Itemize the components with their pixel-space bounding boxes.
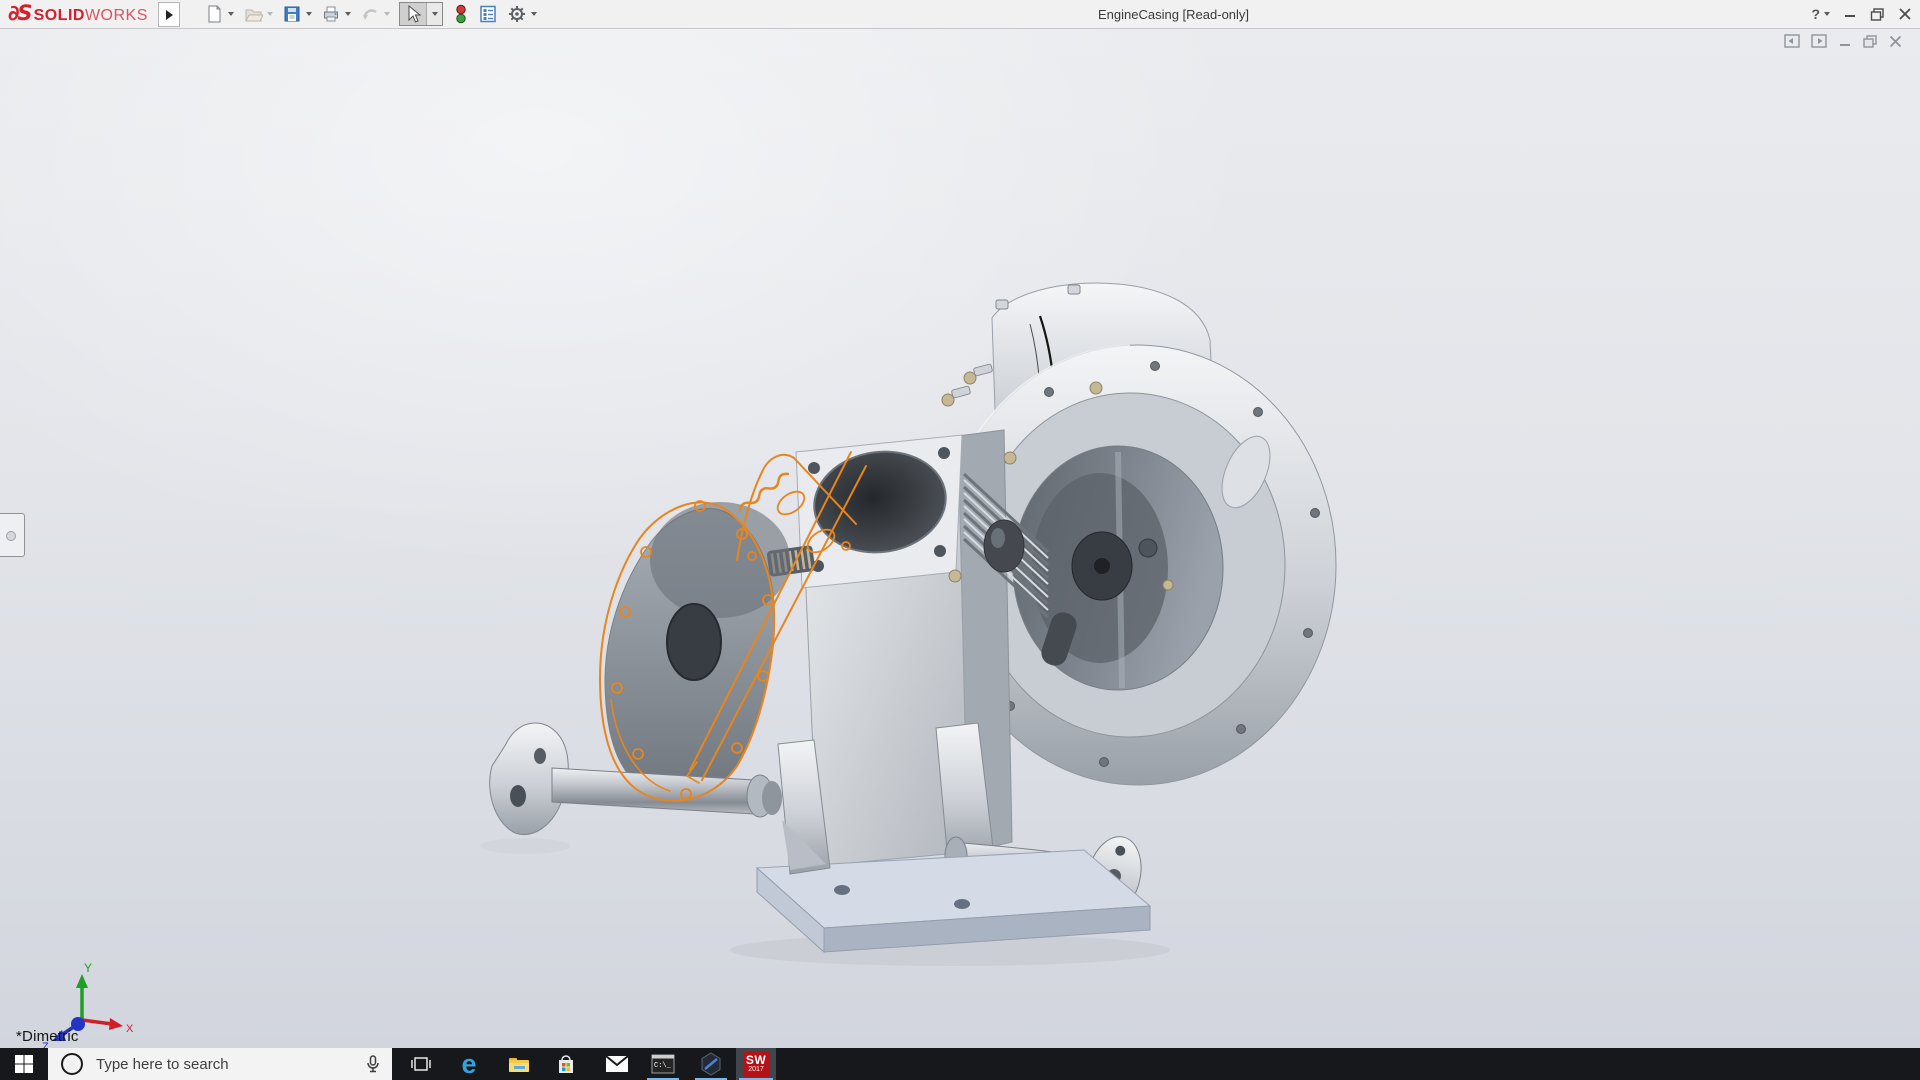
store-button[interactable] (547, 1048, 585, 1080)
rebuild-button[interactable] (453, 3, 469, 25)
task-view-button[interactable] (402, 1048, 440, 1080)
new-dropdown-caret[interactable] (228, 12, 234, 16)
solidworks-logo: ∂S SOLID WORKS (8, 1, 148, 27)
new-document-button[interactable] (204, 4, 234, 24)
new-document-icon (208, 5, 221, 23)
doc-close-button[interactable] (1888, 34, 1903, 49)
triad-y-label: Y (84, 961, 92, 975)
brand-bold: SOLID (33, 7, 85, 24)
solidworks-logo-glyph: ∂S (8, 1, 33, 25)
print-dropdown-caret[interactable] (345, 12, 351, 16)
open-dropdown-caret[interactable] (267, 12, 273, 16)
help-icon: ? (1811, 6, 1820, 22)
doc-restore-button[interactable] (1862, 34, 1878, 49)
select-dropdown[interactable] (426, 3, 442, 25)
pane-previous-button[interactable] (1784, 34, 1801, 49)
quick-access-toolbar (204, 2, 546, 26)
edge-button[interactable]: e (450, 1048, 488, 1080)
command-prompt-button[interactable]: C:\_ (644, 1048, 682, 1080)
start-button[interactable] (0, 1048, 48, 1080)
open-button[interactable] (243, 4, 273, 24)
save-floppy-icon (284, 6, 300, 22)
app-window-controls: ? (1811, 0, 1912, 28)
file-properties-icon (480, 5, 496, 23)
menu-expand-button[interactable] (158, 2, 180, 27)
help-button[interactable]: ? (1811, 6, 1830, 22)
save-button[interactable] (282, 4, 312, 24)
doc-minimize-button[interactable] (1838, 34, 1852, 49)
command-prompt-icon: C:\_ (651, 1054, 675, 1074)
file-explorer-button[interactable] (500, 1048, 538, 1080)
expand-arrow-icon (166, 9, 173, 20)
document-window-controls (1784, 34, 1903, 49)
store-icon (559, 1055, 573, 1073)
open-folder-icon (245, 9, 263, 22)
sw-year: 2017 (748, 1066, 764, 1073)
task-view-icon (411, 1057, 431, 1071)
mail-button[interactable] (598, 1048, 636, 1080)
microphone-icon[interactable] (366, 1054, 380, 1074)
file-properties-button[interactable] (478, 4, 498, 24)
select-tool-button[interactable] (399, 2, 443, 26)
restore-button[interactable] (1870, 7, 1885, 21)
engine-casing-model[interactable] (0, 28, 1920, 1048)
search-input[interactable] (94, 1054, 366, 1074)
minimize-button[interactable] (1843, 7, 1857, 21)
mail-icon (605, 1055, 629, 1072)
brand-light: WORKS (84, 7, 148, 24)
rebuild-traffic-light-icon (456, 4, 466, 24)
title-bar: ∂S SOLID WORKS EngineCasing [Read-only] … (0, 0, 1920, 29)
help-dropdown-caret[interactable] (1824, 12, 1830, 16)
undo-dropdown-caret[interactable] (384, 12, 390, 16)
view-orientation-label: *Dimetric (16, 1028, 79, 1045)
windows-taskbar: e C:\_ (0, 1048, 1920, 1080)
cortana-icon[interactable] (61, 1053, 83, 1075)
taskbar-search[interactable] (48, 1048, 392, 1080)
document-title: EngineCasing [Read-only] (1098, 7, 1250, 22)
options-button[interactable] (507, 4, 537, 24)
print-icon (324, 6, 338, 22)
undo-icon (363, 9, 377, 20)
edge-icon: e (461, 1049, 477, 1079)
svg-text:C:\_: C:\_ (654, 1062, 672, 1070)
undo-button[interactable] (360, 4, 390, 24)
triad-x-label: X (126, 1023, 134, 1035)
graphics-viewport[interactable]: Y X Z *Dimetric (0, 28, 1920, 1053)
pane-next-button[interactable] (1811, 34, 1828, 49)
edrawings-hexagon-icon (701, 1052, 721, 1076)
close-button[interactable] (1898, 7, 1912, 21)
solidworks-app-icon: SW 2017 (742, 1051, 770, 1077)
options-gear-icon (509, 6, 525, 22)
solidworks-app-button[interactable]: SW 2017 (736, 1048, 776, 1080)
select-dropdown-caret (431, 12, 438, 16)
options-dropdown-caret[interactable] (531, 12, 537, 16)
select-cursor-icon (408, 4, 422, 23)
windows-logo-icon (15, 1055, 33, 1073)
edrawings-button[interactable] (692, 1048, 730, 1080)
sw-letters: SW (745, 1053, 767, 1067)
save-dropdown-caret[interactable] (306, 12, 312, 16)
print-button[interactable] (321, 4, 351, 24)
file-explorer-icon (509, 1058, 529, 1072)
